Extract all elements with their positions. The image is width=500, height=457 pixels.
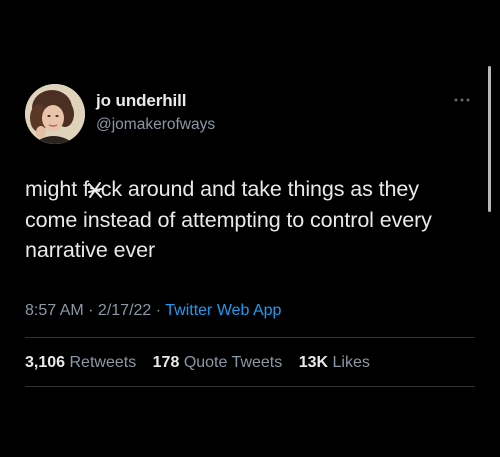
likes-label: Likes <box>332 354 370 371</box>
divider <box>25 386 475 387</box>
retweets-label: Retweets <box>69 354 137 371</box>
censored-letter: u <box>87 174 102 205</box>
divider <box>25 337 475 338</box>
tweet-time[interactable]: 8:57 AM <box>25 302 84 319</box>
quote-tweets-stat[interactable]: 178 Quote Tweets <box>153 354 283 371</box>
tweet-stats: 3,106 Retweets 178 Quote Tweets 13K Like… <box>25 354 382 372</box>
tweet-meta: 8:57 AM · 2/17/22 · Twitter Web App <box>25 302 281 320</box>
author-handle[interactable]: @jomakerofways <box>96 116 215 134</box>
retweets-stat[interactable]: 3,106 Retweets <box>25 354 136 371</box>
quote-tweets-label: Quote Tweets <box>183 354 283 371</box>
tweet-date[interactable]: 2/17/22 <box>98 302 151 319</box>
tweet-text-part: might f <box>25 177 89 201</box>
meta-separator: · <box>83 302 98 319</box>
avatar-image <box>25 84 85 144</box>
likes-count: 13K <box>298 354 329 371</box>
censor-scribble-icon <box>87 182 102 198</box>
avatar[interactable] <box>25 84 85 144</box>
tweet-text: might fuck around and take things as the… <box>25 174 475 266</box>
tweet-source-link[interactable]: Twitter Web App <box>165 302 281 319</box>
more-horizontal-icon[interactable] <box>451 93 473 107</box>
likes-stat[interactable]: 13K Likes <box>299 354 370 371</box>
scrollbar[interactable] <box>488 66 491 212</box>
author-name[interactable]: jo underhill <box>96 91 187 111</box>
quote-tweets-count: 178 <box>152 354 180 371</box>
meta-separator: · <box>151 302 166 319</box>
retweets-count: 3,106 <box>25 354 66 371</box>
tweet-card: jo underhill @jomakerofways might fuck a… <box>0 0 500 457</box>
